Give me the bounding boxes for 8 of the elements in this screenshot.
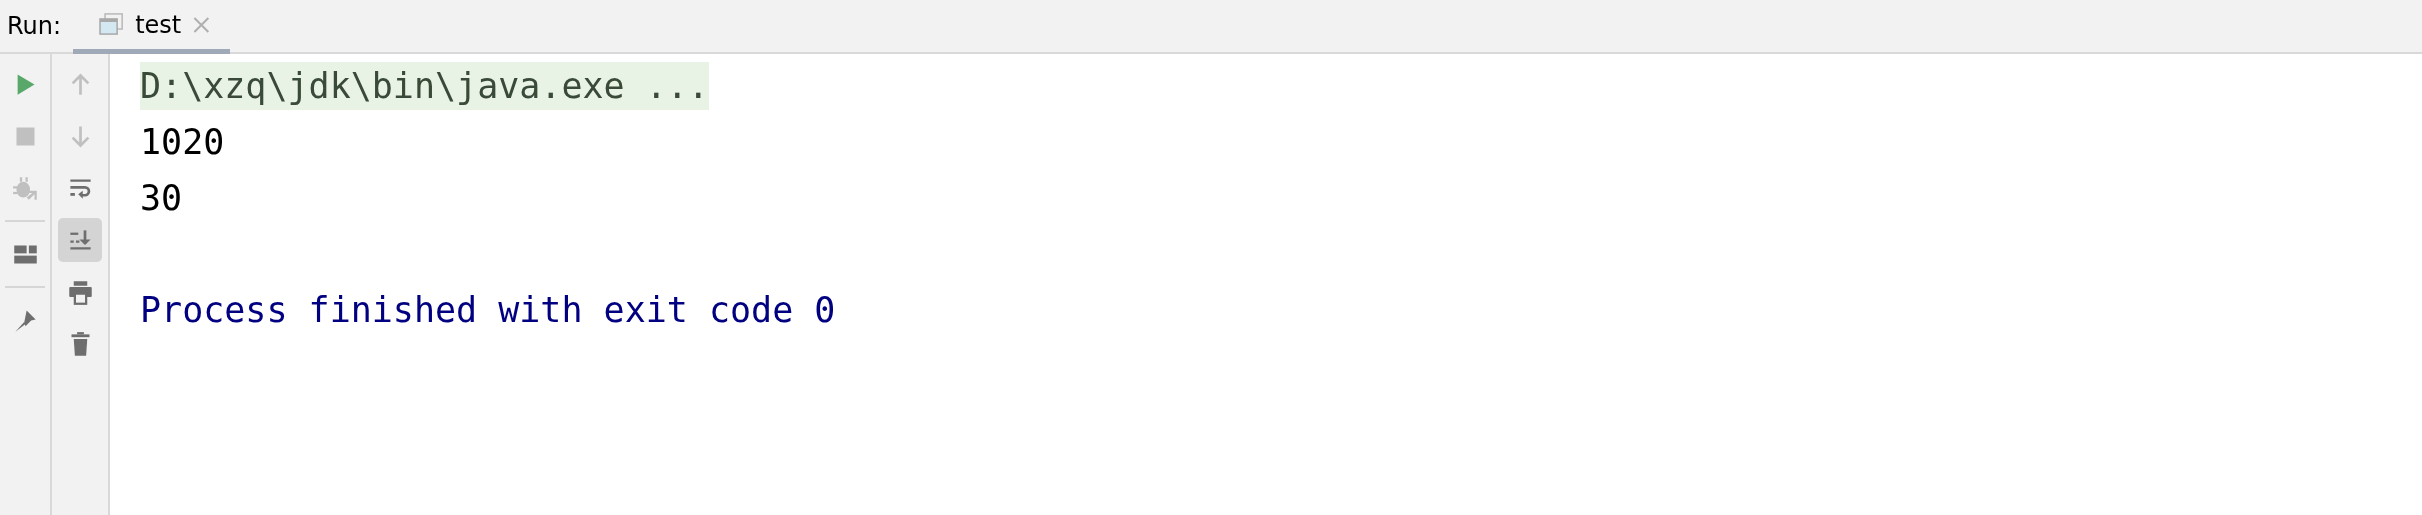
toolbar-button[interactable] [58,218,102,262]
tab-label: test [135,10,182,39]
panel-title: Run: [6,12,63,40]
console-line: Process finished with exit code 0 [140,290,836,330]
close-icon[interactable] [193,15,210,34]
console-line: 30 [140,178,183,218]
console-line: 1020 [140,122,225,162]
window-icon [99,11,124,38]
